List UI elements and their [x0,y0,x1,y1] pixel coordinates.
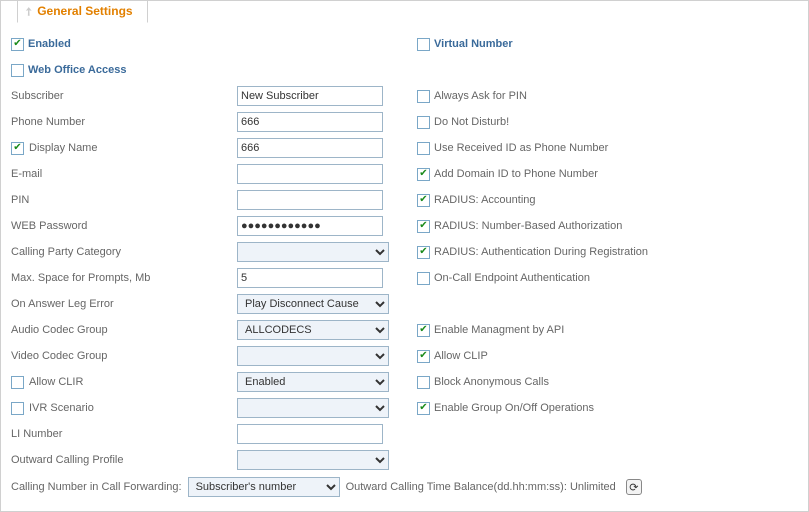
field-select[interactable]: Play Disconnect Cause [237,294,389,314]
right-option-checkbox[interactable]: Use Received ID as Phone Number [417,142,608,155]
field-label: LI Number [11,428,62,440]
right-option-label: Add Domain ID to Phone Number [434,168,598,180]
virtual-number-label: Virtual Number [434,38,513,50]
field-input[interactable] [237,190,383,210]
right-option-checkbox[interactable]: Block Anonymous Calls [417,376,549,389]
field-input[interactable] [237,424,383,444]
field-label: Subscriber [11,90,64,102]
row-11-left-cb[interactable] [11,376,24,389]
virtual-number-checkbox[interactable]: Virtual Number [417,38,513,51]
field-label: Allow CLIR [29,376,83,388]
right-option-checkbox[interactable]: On-Call Endpoint Authentication [417,272,590,285]
row-11-right-cb[interactable] [417,376,430,389]
right-option-label: Block Anonymous Calls [434,376,549,388]
right-option-checkbox[interactable]: RADIUS: Accounting [417,194,536,207]
field-label: Calling Party Category [11,246,121,258]
right-option-label: RADIUS: Authentication During Registrati… [434,246,648,258]
field-label: On Answer Leg Error [11,298,114,310]
enabled-checkbox[interactable]: Enabled [11,38,71,51]
row-7-right-cb[interactable] [417,272,430,285]
right-option-checkbox[interactable]: Allow CLIP [417,350,488,363]
field-label: Audio Codec Group [11,324,108,336]
right-option-checkbox[interactable]: Always Ask for PIN [417,90,527,103]
call-fwd-label: Calling Number in Call Forwarding: [11,481,182,493]
right-option-label: Enable Group On/Off Operations [434,402,594,414]
field-select[interactable] [237,450,389,470]
right-option-label: Always Ask for PIN [434,90,527,102]
right-option-label: Enable Managment by API [434,324,564,336]
field-select[interactable] [237,398,389,418]
row-2-left-cb[interactable] [11,142,24,155]
virtual-number-cb[interactable] [417,38,430,51]
right-option-label: On-Call Endpoint Authentication [434,272,590,284]
row-4-right-cb[interactable] [417,194,430,207]
web-office-label: Web Office Access [28,64,126,76]
field-select[interactable] [237,242,389,262]
web-office-checkbox[interactable]: Web Office Access [11,64,126,77]
field-label: E-mail [11,168,42,180]
right-option-checkbox[interactable]: RADIUS: Number-Based Authorization [417,220,622,233]
password-input[interactable] [237,216,383,236]
row-0-right-cb[interactable] [417,90,430,103]
field-input[interactable] [237,112,383,132]
right-option-checkbox[interactable]: Enable Managment by API [417,324,564,337]
right-option-checkbox[interactable]: Enable Group On/Off Operations [417,402,594,415]
field-input[interactable] [237,86,383,106]
field-select[interactable] [237,346,389,366]
row-3-right-cb[interactable] [417,168,430,181]
field-select[interactable]: Enabled [237,372,389,392]
outward-balance-text: Outward Calling Time Balance(dd.hh:mm:ss… [346,481,616,493]
row-2-right-cb[interactable] [417,142,430,155]
external-link-icon: ➚ [21,3,37,19]
call-fwd-select[interactable]: Subscriber's number [188,477,340,497]
right-option-label: RADIUS: Accounting [434,194,536,206]
field-label: Max. Space for Prompts, Mb [11,272,150,284]
row-12-left-cb[interactable] [11,402,24,415]
row-9-right-cb[interactable] [417,324,430,337]
field-input[interactable] [237,164,383,184]
enabled-label: Enabled [28,38,71,50]
row-10-right-cb[interactable] [417,350,430,363]
field-label: IVR Scenario [29,402,94,414]
field-label: WEB Password [11,220,87,232]
row-6-right-cb[interactable] [417,246,430,259]
right-option-checkbox[interactable]: RADIUS: Authentication During Registrati… [417,246,648,259]
right-option-label: Do Not Disturb! [434,116,509,128]
row-5-right-cb[interactable] [417,220,430,233]
right-option-checkbox[interactable]: Add Domain ID to Phone Number [417,168,598,181]
field-label: PIN [11,194,29,206]
field-label: Outward Calling Profile [11,454,124,466]
field-label: Video Codec Group [11,350,107,362]
refresh-icon[interactable]: ⟳ [626,479,642,495]
right-option-label: Use Received ID as Phone Number [434,142,608,154]
right-option-checkbox[interactable]: Do Not Disturb! [417,116,509,129]
tab-title: General Settings [37,4,132,18]
field-label: Phone Number [11,116,85,128]
enabled-cb[interactable] [11,38,24,51]
field-input[interactable] [237,138,383,158]
field-select[interactable]: ALLCODECS [237,320,389,340]
right-option-label: Allow CLIP [434,350,488,362]
field-input[interactable] [237,268,383,288]
row-1-right-cb[interactable] [417,116,430,129]
right-option-label: RADIUS: Number-Based Authorization [434,220,622,232]
field-label: Display Name [29,142,97,154]
tab-general-settings[interactable]: ➚ General Settings [17,0,148,23]
row-12-right-cb[interactable] [417,402,430,415]
web-office-cb[interactable] [11,64,24,77]
